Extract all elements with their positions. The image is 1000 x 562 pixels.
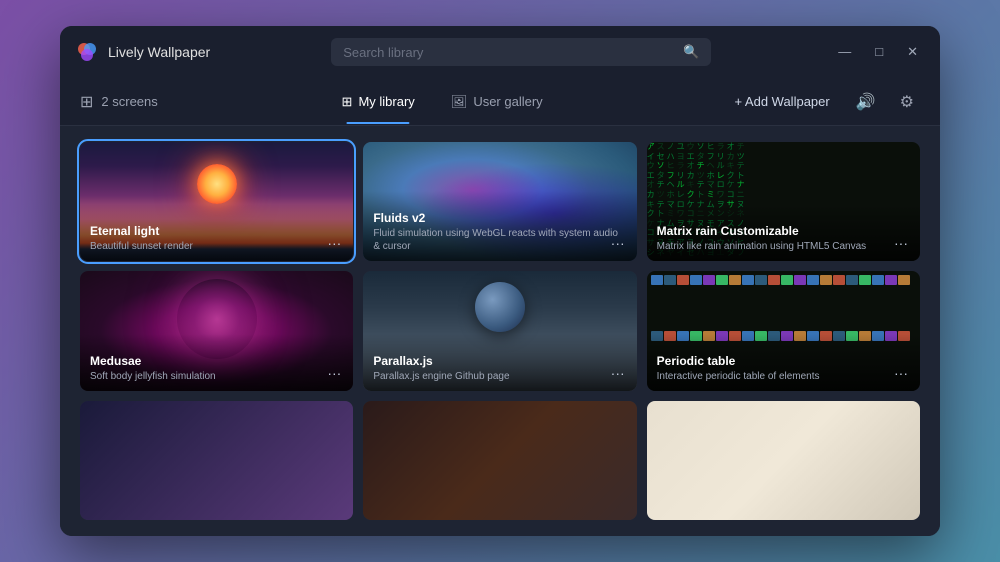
search-bar[interactable]: 🔍 bbox=[331, 38, 711, 66]
card-title: Parallax.js bbox=[373, 354, 626, 368]
card-title: Matrix rain Customizable bbox=[657, 224, 910, 238]
search-input[interactable] bbox=[343, 45, 675, 60]
wallpaper-card-parallax-js[interactable]: Parallax.js Parallax.js engine Github pa… bbox=[363, 271, 636, 390]
card-overlay: Eternal light Beautiful sunset render bbox=[80, 204, 353, 261]
card-desc: Parallax.js engine Github page bbox=[373, 370, 626, 383]
add-wallpaper-button[interactable]: + Add Wallpaper bbox=[726, 90, 837, 113]
card-title: Fluids v2 bbox=[373, 211, 626, 225]
card-more-button[interactable]: ··· bbox=[890, 363, 912, 383]
toolbar-right: + Add Wallpaper 🔊 ⚙ bbox=[726, 88, 920, 116]
card-desc: Interactive periodic table of elements bbox=[657, 370, 910, 383]
wallpaper-card-row3-mid[interactable] bbox=[363, 401, 636, 520]
volume-icon[interactable]: 🔊 bbox=[850, 88, 882, 116]
screens-count-label: 2 screens bbox=[101, 94, 157, 109]
wallpaper-card-matrix-rain[interactable]: アイウエオカキクケコサシ スセソタチツテトナニヌネ ノハヒフヘホマミムメモヤ ユ… bbox=[647, 142, 920, 261]
app-logo-icon bbox=[76, 41, 98, 63]
card-thumbnail bbox=[80, 401, 353, 520]
wallpaper-card-row3-left[interactable] bbox=[80, 401, 353, 520]
tab-user-gallery[interactable]: 🖼 User gallery bbox=[435, 88, 559, 116]
search-icon[interactable]: 🔍 bbox=[683, 44, 699, 60]
card-overlay: Periodic table Interactive periodic tabl… bbox=[647, 334, 920, 391]
content-area: Eternal light Beautiful sunset render ··… bbox=[60, 126, 940, 536]
close-button[interactable]: ✕ bbox=[901, 42, 924, 62]
tab-my-library[interactable]: ⊞ My library bbox=[326, 88, 431, 116]
my-library-label: My library bbox=[358, 94, 414, 109]
card-thumbnail bbox=[647, 401, 920, 520]
window-controls: — □ ✕ bbox=[832, 42, 924, 62]
screens-info: ⊞ 2 screens bbox=[80, 92, 158, 112]
card-desc: Fluid simulation using WebGL reacts with… bbox=[373, 227, 626, 253]
card-more-button[interactable]: ··· bbox=[607, 363, 629, 383]
toolbar: ⊞ 2 screens ⊞ My library 🖼 User gallery … bbox=[60, 78, 940, 126]
card-desc: Soft body jellyfish simulation bbox=[90, 370, 343, 383]
nav-tabs: ⊞ My library 🖼 User gallery bbox=[326, 88, 559, 116]
app-title: Lively Wallpaper bbox=[108, 44, 210, 60]
card-overlay: Medusae Soft body jellyfish simulation bbox=[80, 334, 353, 391]
settings-icon[interactable]: ⚙ bbox=[894, 88, 920, 116]
wallpaper-card-eternal-light[interactable]: Eternal light Beautiful sunset render ··… bbox=[80, 142, 353, 261]
maximize-button[interactable]: □ bbox=[869, 42, 889, 62]
app-window: Lively Wallpaper 🔍 — □ ✕ ⊞ 2 screens ⊞ M… bbox=[60, 26, 940, 536]
card-title: Periodic table bbox=[657, 354, 910, 368]
card-desc: Beautiful sunset render bbox=[90, 240, 343, 253]
sun-glow-effect bbox=[197, 164, 237, 204]
parallax-sphere-effect bbox=[475, 282, 525, 332]
card-more-button[interactable]: ··· bbox=[607, 233, 629, 253]
my-library-icon: ⊞ bbox=[342, 94, 353, 110]
card-overlay: Matrix rain Customizable Matrix like rai… bbox=[647, 204, 920, 261]
card-more-button[interactable]: ··· bbox=[323, 363, 345, 383]
wallpaper-card-periodic-table[interactable]: Periodic table Interactive periodic tabl… bbox=[647, 271, 920, 390]
card-more-button[interactable]: ··· bbox=[323, 233, 345, 253]
title-bar: Lively Wallpaper 🔍 — □ ✕ bbox=[60, 26, 940, 78]
card-title: Eternal light bbox=[90, 224, 343, 238]
user-gallery-icon: 🖼 bbox=[451, 94, 468, 110]
card-overlay: Parallax.js Parallax.js engine Github pa… bbox=[363, 334, 636, 391]
screens-icon: ⊞ bbox=[80, 92, 93, 112]
user-gallery-label: User gallery bbox=[473, 94, 542, 109]
card-desc: Matrix like rain animation using HTML5 C… bbox=[657, 240, 910, 253]
minimize-button[interactable]: — bbox=[832, 42, 857, 62]
card-thumbnail bbox=[363, 401, 636, 520]
wallpaper-grid: Eternal light Beautiful sunset render ··… bbox=[80, 142, 920, 520]
wallpaper-card-medusae[interactable]: Medusae Soft body jellyfish simulation ·… bbox=[80, 271, 353, 390]
wallpaper-card-row3-right[interactable] bbox=[647, 401, 920, 520]
card-title: Medusae bbox=[90, 354, 343, 368]
card-more-button[interactable]: ··· bbox=[890, 233, 912, 253]
card-overlay: Fluids v2 Fluid simulation using WebGL r… bbox=[363, 191, 636, 261]
wallpaper-card-fluids-v2[interactable]: Fluids v2 Fluid simulation using WebGL r… bbox=[363, 142, 636, 261]
